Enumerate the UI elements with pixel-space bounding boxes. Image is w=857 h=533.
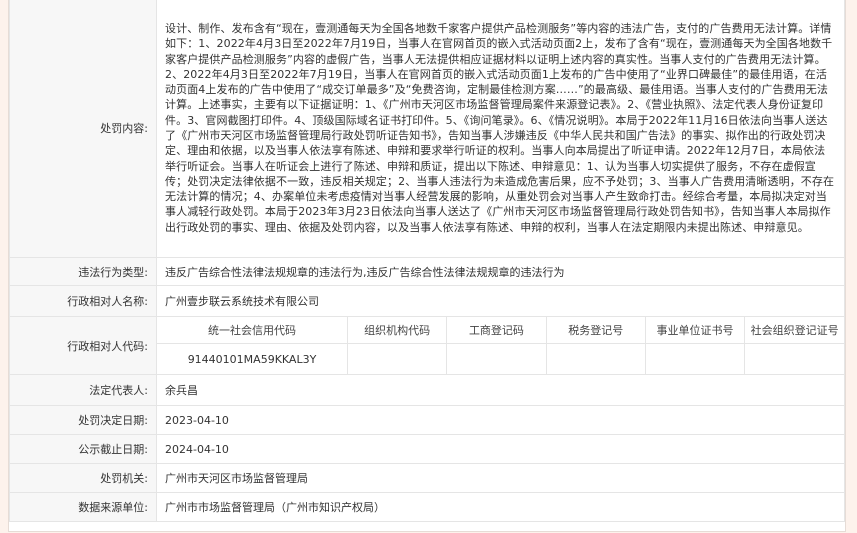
- row-source: 数据来源单位: 广州市市场监督管理局（广州市知识产权局）: [9, 492, 845, 522]
- authority-label: 处罚机关:: [9, 463, 157, 493]
- code-header: 统一社会信用代码: [157, 317, 348, 344]
- penalty-detail-card: 处罚内容: 设计、制作、发布含有“现在，壹测通每天为全国各地数千家客户提供产品检…: [8, 0, 846, 532]
- code-header: 社会组织登记证号: [744, 317, 844, 344]
- code-value: [644, 343, 745, 374]
- row-party-name: 行政相对人名称: 广州壹步联云系统技术有限公司: [9, 285, 845, 317]
- party-code-value-row: 91440101MA59KKAL3Y: [157, 343, 844, 374]
- code-header: 税务登记号: [545, 317, 646, 344]
- decision-date-label: 处罚决定日期:: [9, 405, 157, 435]
- decision-date-value: 2023-04-10: [156, 405, 845, 435]
- code-value: [545, 343, 646, 374]
- row-legal-rep: 法定代表人: 余兵昌: [9, 374, 845, 406]
- authority-value: 广州市天河区市场监督管理局: [156, 463, 845, 493]
- code-value: 91440101MA59KKAL3Y: [187, 352, 317, 366]
- code-value: [346, 343, 447, 374]
- party-name-label: 行政相对人名称:: [9, 285, 157, 317]
- row-publicity-end: 公示截止日期: 2024-04-10: [9, 434, 845, 464]
- party-code-header-row: 统一社会信用代码 组织机构代码 工商登记码 税务登记号 事业单位证书号 社会组织…: [157, 317, 844, 344]
- row-decision-date: 处罚决定日期: 2023-04-10: [9, 405, 845, 435]
- content-text: 设计、制作、发布含有“现在，壹测通每天为全国各地数千家客户提供产品检测服务”等内…: [156, 0, 845, 258]
- violation-type-label: 违法行为类型:: [9, 257, 157, 286]
- legal-rep-value: 余兵昌: [156, 374, 845, 406]
- row-authority: 处罚机关: 广州市天河区市场监督管理局: [9, 463, 845, 493]
- code-header: 组织机构代码: [346, 317, 447, 344]
- penalty-info-table: 处罚内容: 设计、制作、发布含有“现在，壹测通每天为全国各地数千家客户提供产品检…: [9, 0, 845, 522]
- code-header: 事业单位证书号: [644, 317, 745, 344]
- content-label: 处罚内容:: [9, 0, 157, 258]
- source-label: 数据来源单位:: [9, 492, 157, 522]
- row-violation-type: 违法行为类型: 违反广告综合性法律法规规章的违法行为,违反广告综合性法律法规规章…: [9, 257, 845, 286]
- party-code-label: 行政相对人代码:: [9, 316, 157, 375]
- code-value: [744, 343, 844, 374]
- code-value: [446, 343, 547, 374]
- code-header: 工商登记码: [446, 317, 547, 344]
- legal-rep-label: 法定代表人:: [9, 374, 157, 406]
- publicity-end-label: 公示截止日期:: [9, 434, 157, 464]
- party-name-value: 广州壹步联云系统技术有限公司: [156, 285, 845, 317]
- party-code-cell: 统一社会信用代码 组织机构代码 工商登记码 税务登记号 事业单位证书号 社会组织…: [156, 316, 845, 375]
- row-party-code: 行政相对人代码: 统一社会信用代码 组织机构代码 工商登记码 税务登记号 事业单…: [9, 316, 845, 375]
- party-code-table: 统一社会信用代码 组织机构代码 工商登记码 税务登记号 事业单位证书号 社会组织…: [157, 317, 844, 374]
- source-value: 广州市市场监督管理局（广州市知识产权局）: [156, 492, 845, 522]
- violation-type-value: 违反广告综合性法律法规规章的违法行为,违反广告综合性法律法规规章的违法行为: [156, 257, 845, 286]
- publicity-end-value: 2024-04-10: [156, 434, 845, 464]
- row-content: 处罚内容: 设计、制作、发布含有“现在，壹测通每天为全国各地数千家客户提供产品检…: [9, 0, 845, 258]
